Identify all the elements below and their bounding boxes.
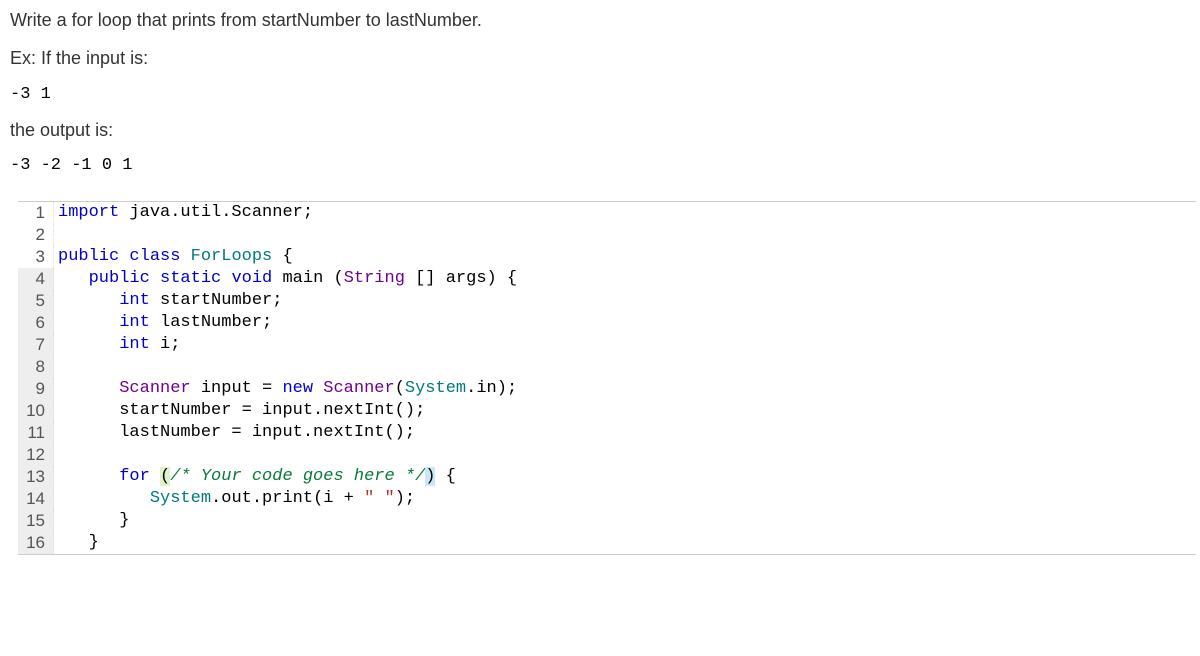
code-line: 16 }	[18, 532, 1196, 554]
line-number: 7	[18, 334, 54, 356]
code-line: 7 int i;	[18, 334, 1196, 356]
code-line: 2	[18, 224, 1196, 246]
code-line: 6 int lastNumber;	[18, 312, 1196, 334]
code-content	[54, 444, 1196, 466]
code-line: 14 System.out.print(i + " ");	[18, 488, 1196, 510]
code-line: 12	[18, 444, 1196, 466]
code-content: public static void main (String [] args)…	[54, 268, 1196, 290]
line-number: 8	[18, 356, 54, 378]
line-number: 16	[18, 532, 54, 554]
code-content: for (/* Your code goes here */) {	[54, 466, 1196, 488]
code-line: 1 import java.util.Scanner;	[18, 202, 1196, 224]
code-content: startNumber = input.nextInt();	[54, 400, 1196, 422]
line-number: 9	[18, 378, 54, 400]
code-content: lastNumber = input.nextInt();	[54, 422, 1196, 444]
line-number: 12	[18, 444, 54, 466]
code-content: int i;	[54, 334, 1196, 356]
code-line: 13 for (/* Your code goes here */) {	[18, 466, 1196, 488]
code-line: 3 public class ForLoops {	[18, 246, 1196, 268]
line-number: 3	[18, 246, 54, 268]
code-line: 8	[18, 356, 1196, 378]
code-content	[54, 224, 1196, 246]
line-number: 2	[18, 224, 54, 246]
code-content: import java.util.Scanner;	[54, 202, 1196, 224]
code-content: int lastNumber;	[54, 312, 1196, 334]
code-line: 9 Scanner input = new Scanner(System.in)…	[18, 378, 1196, 400]
line-number: 6	[18, 312, 54, 334]
code-content: Scanner input = new Scanner(System.in);	[54, 378, 1196, 400]
line-number: 15	[18, 510, 54, 532]
code-line: 5 int startNumber;	[18, 290, 1196, 312]
code-content: }	[54, 510, 1196, 532]
line-number: 1	[18, 202, 54, 224]
output-intro: the output is:	[10, 118, 1190, 142]
code-editor[interactable]: 1 import java.util.Scanner; 2 3 public c…	[18, 201, 1196, 555]
code-line: 4 public static void main (String [] arg…	[18, 268, 1196, 290]
example-intro: Ex: If the input is:	[10, 46, 1190, 70]
problem-statement: Write a for loop that prints from startN…	[0, 0, 1200, 201]
example-input: -3 1	[10, 85, 1190, 104]
code-content: System.out.print(i + " ");	[54, 488, 1196, 510]
line-number: 5	[18, 290, 54, 312]
code-content	[54, 356, 1196, 378]
problem-description: Write a for loop that prints from startN…	[10, 8, 1190, 32]
line-number: 14	[18, 488, 54, 510]
line-number: 11	[18, 422, 54, 444]
code-content: public class ForLoops {	[54, 246, 1196, 268]
code-content: int startNumber;	[54, 290, 1196, 312]
line-number: 10	[18, 400, 54, 422]
line-number: 13	[18, 466, 54, 488]
example-output: -3 -2 -1 0 1	[10, 156, 1190, 175]
code-content: }	[54, 532, 1196, 554]
code-line: 15 }	[18, 510, 1196, 532]
line-number: 4	[18, 268, 54, 290]
code-line: 10 startNumber = input.nextInt();	[18, 400, 1196, 422]
code-line: 11 lastNumber = input.nextInt();	[18, 422, 1196, 444]
